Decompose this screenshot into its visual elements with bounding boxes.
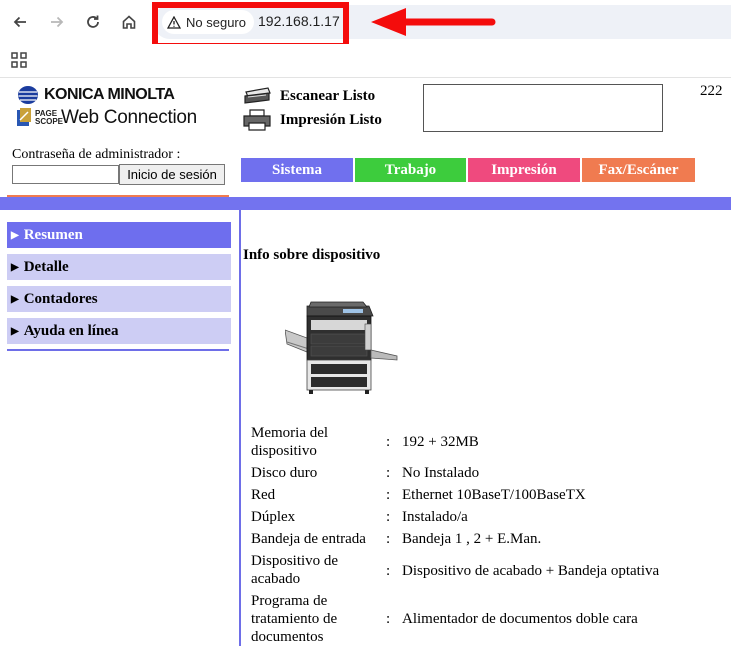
triangle-right-icon: ▶ (11, 293, 19, 305)
apps-grid-icon[interactable] (11, 52, 27, 68)
sidebar-item-detalle[interactable]: ▶ Detalle (7, 254, 231, 280)
tab-trabajo[interactable]: Trabajo (355, 158, 466, 182)
brand-logo: KONICA MINOLTA PAGE SCOPE Web Connection (17, 85, 197, 129)
tab-impresion[interactable]: Impresión (468, 158, 580, 182)
print-status-text: Impresión Listo (280, 111, 382, 128)
admin-password-label: Contraseña de administrador : (12, 147, 181, 162)
info-value-network: Ethernet 10BaseT/100BaseTX (402, 487, 586, 503)
tab-label: Trabajo (384, 161, 437, 178)
info-colon: : (386, 465, 391, 481)
info-label-memory: Memoria del dispositivo (251, 425, 329, 459)
annotation-highlight-box (152, 2, 349, 49)
back-button[interactable] (7, 9, 33, 35)
corner-number: 222 (700, 83, 723, 99)
info-colon: : (386, 509, 391, 525)
reload-button[interactable] (80, 9, 106, 35)
forward-arrow-icon (51, 16, 64, 28)
home-icon (122, 15, 136, 29)
home-button[interactable] (116, 9, 142, 35)
scan-status-text: Escanear Listo (280, 87, 376, 104)
divider (7, 349, 229, 351)
konica-minolta-globe-icon (18, 86, 38, 104)
tab-sistema[interactable]: Sistema (241, 158, 353, 182)
sidebar-item-label: Detalle (23, 258, 69, 275)
device-image (285, 301, 398, 394)
bookmarks-bar (0, 44, 731, 78)
sidebar-item-label: Ayuda en línea (23, 322, 119, 339)
tab-fax-escaner[interactable]: Fax/Escáner (582, 158, 695, 182)
info-label-document-handler: Programa de tratamiento de documentos (251, 593, 338, 645)
info-colon: : (386, 531, 391, 547)
info-value-document-handler: Alimentador de documentos doble cara (402, 611, 638, 627)
info-value-finisher: Dispositivo de acabado + Bandeja optativ… (402, 563, 660, 579)
forward-button[interactable] (44, 9, 70, 35)
info-label-finisher: Dispositivo de acabado (251, 553, 339, 587)
triangle-right-icon: ▶ (11, 229, 19, 241)
product-name: Web Connection (61, 107, 197, 128)
admin-password-input[interactable] (12, 165, 119, 184)
info-colon: : (386, 563, 391, 579)
scanner-status: Escanear Listo (242, 86, 375, 106)
info-label-network: Red (251, 487, 276, 503)
pagescope-mark-icon (17, 108, 31, 126)
info-label-input-tray: Bandeja de entrada (251, 531, 366, 547)
annotation-arrow (371, 8, 496, 36)
sidebar-item-ayuda[interactable]: ▶ Ayuda en línea (7, 318, 231, 344)
sidebar-item-label: Resumen (23, 226, 83, 243)
browser-toolbar: No seguro 192.168.1.17 (0, 0, 731, 49)
tab-label: Sistema (272, 161, 322, 178)
info-colon: : (386, 434, 391, 450)
printer-status: Impresión Listo (242, 109, 382, 131)
scanner-icon (244, 87, 271, 104)
info-colon: : (386, 487, 391, 503)
info-label-hard-disk: Disco duro (251, 465, 318, 481)
info-label-duplex: Dúplex (251, 509, 296, 525)
sidebar-item-contadores[interactable]: ▶ Contadores (7, 286, 231, 312)
info-value-hard-disk: No Instalado (402, 465, 480, 481)
back-arrow-icon (13, 16, 26, 28)
info-value-input-tray: Bandeja 1 , 2 + E.Man. (402, 531, 542, 547)
pagescope-text: PAGE SCOPE (35, 109, 64, 126)
sidebar-item-label: Contadores (23, 290, 98, 307)
info-value-memory: 192 + 32MB (402, 434, 479, 450)
message-box (423, 84, 663, 132)
login-button[interactable]: Inicio de sesión (119, 164, 225, 185)
tab-label: Impresión (491, 161, 557, 178)
sidebar-item-resumen[interactable]: ▶ Resumen (7, 222, 231, 248)
divider (239, 210, 241, 646)
info-value-duplex: Instalado/a (402, 509, 468, 525)
reload-icon (87, 15, 99, 28)
page-title: Info sobre dispositivo (243, 247, 381, 263)
info-colon: : (386, 611, 391, 627)
brand-name: KONICA MINOLTA (44, 86, 175, 103)
triangle-right-icon: ▶ (11, 261, 19, 273)
header-band (0, 197, 731, 210)
triangle-right-icon: ▶ (11, 325, 19, 337)
printer-icon (243, 109, 271, 131)
tab-label: Fax/Escáner (598, 161, 679, 178)
